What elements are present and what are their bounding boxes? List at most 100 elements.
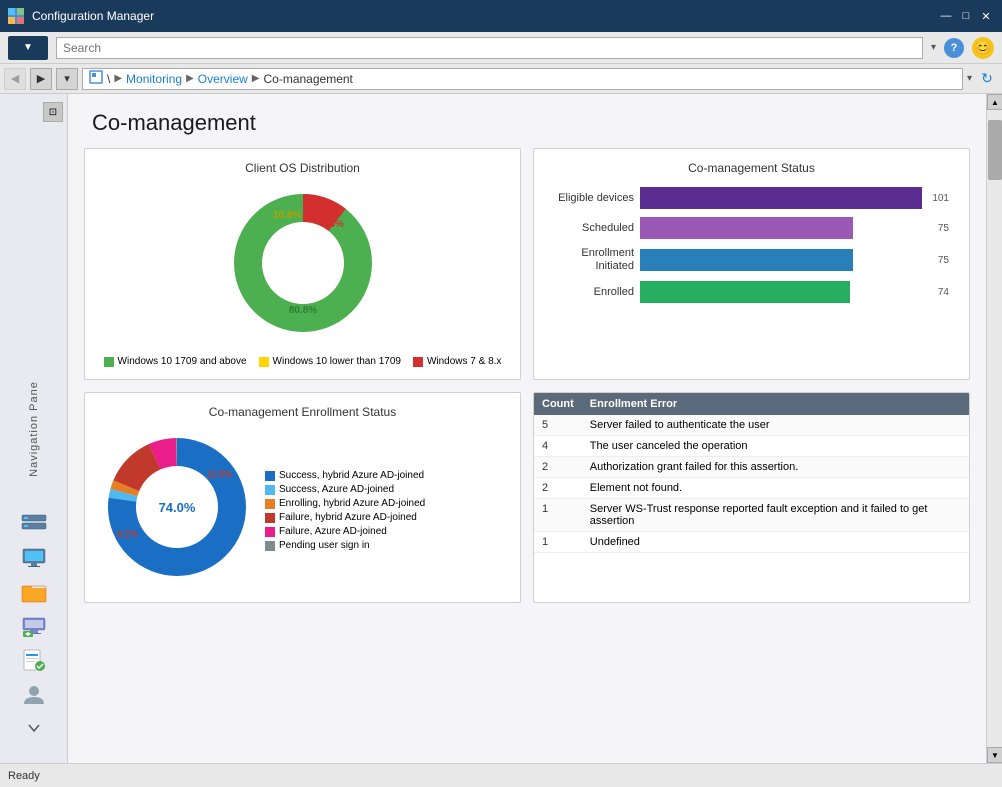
svg-text:74.0%: 74.0% (159, 500, 196, 515)
enrollment-status-card: Co-management Enrollment Status (84, 392, 521, 603)
error-count: 1 (534, 499, 582, 532)
legend-win10-below: Windows 10 lower than 1709 (259, 356, 401, 367)
table-row: 2 Authorization grant failed for this as… (534, 457, 969, 478)
bar-track-eligible (640, 187, 922, 209)
scroll-track[interactable] (987, 110, 1002, 747)
bar-label-enrolled: Enrolled (554, 286, 634, 298)
breadcrumb-monitoring[interactable]: Monitoring (126, 72, 182, 86)
menu-button[interactable]: ▼ (8, 36, 48, 60)
svg-text:6.2%: 6.2% (117, 529, 138, 539)
title-bar: Configuration Manager — □ ✕ (0, 0, 1002, 32)
enrollment-errors-table: Count Enrollment Error 5 Server failed t… (534, 393, 969, 553)
breadcrumb-sep1: ▶ (114, 73, 122, 84)
legend-label-success-hybrid: Success, hybrid Azure AD-joined (279, 470, 424, 481)
search-input[interactable] (56, 37, 923, 59)
back-button[interactable]: ◀ (4, 68, 26, 90)
app-icon (8, 8, 24, 24)
breadcrumb-sep2: ▶ (186, 73, 194, 84)
legend-success-azure: Success, Azure AD-joined (265, 484, 425, 495)
breadcrumb-icon (89, 70, 103, 87)
scrollbar[interactable]: ▲ ▼ (986, 94, 1002, 763)
bar-track-enrollment (640, 249, 928, 271)
error-description: Undefined (582, 532, 969, 553)
table-row: 1 Server WS-Trust response reported faul… (534, 499, 969, 532)
legend-label-success-azure: Success, Azure AD-joined (279, 484, 394, 495)
enrollment-donut: 74.0% 11.5% 6.2% (97, 427, 257, 590)
error-count: 1 (534, 532, 582, 553)
legend-label-enrolling-hybrid: Enrolling, hybrid Azure AD-joined (279, 498, 425, 509)
comanagement-status-title: Co-management Status (546, 161, 957, 175)
legend-color-orange (265, 499, 275, 509)
bar-label-scheduled: Scheduled (554, 222, 634, 234)
help-icon[interactable]: ? (944, 38, 964, 58)
nav-icon-tasks[interactable] (16, 645, 52, 675)
nav-icon-folders[interactable] (16, 577, 52, 607)
window-controls: — □ ✕ (938, 10, 994, 22)
legend-win7: Windows 7 & 8.x (413, 356, 501, 367)
bar-row-scheduled: Scheduled 75 (554, 217, 949, 239)
legend-label-win7: Windows 7 & 8.x (427, 356, 501, 367)
bar-fill-enrolled (640, 281, 850, 303)
table-row: 5 Server failed to authenticate the user (534, 415, 969, 436)
error-count: 2 (534, 478, 582, 499)
legend-color-yellow (259, 357, 269, 367)
comanagement-status-card: Co-management Status Eligible devices 10… (533, 148, 970, 380)
svg-text:10.8%: 10.8% (273, 210, 301, 221)
bar-value-enrollment: 75 (938, 255, 949, 266)
error-table-body: 5 Server failed to authenticate the user… (534, 415, 969, 553)
os-donut-chart: 8.3% 10.8% 80.8% (213, 183, 393, 346)
svg-text:11.5%: 11.5% (207, 469, 232, 479)
bar-value-enrolled: 74 (938, 287, 949, 298)
nav-icon-computer[interactable] (16, 611, 52, 641)
breadcrumb-dropdown[interactable]: ▾ (967, 73, 972, 84)
legend-color-blue (265, 471, 275, 481)
refresh-button[interactable]: ↻ (976, 68, 998, 90)
client-os-title: Client OS Distribution (97, 161, 508, 175)
errors-table-header: Count Enrollment Error (534, 393, 969, 415)
breadcrumb: \ ▶ Monitoring ▶ Overview ▶ Co-managemen… (82, 68, 963, 90)
user-face-icon[interactable]: 😊 (972, 37, 994, 59)
bar-fill-eligible (640, 187, 922, 209)
legend-failure-azure: Failure, Azure AD-joined (265, 526, 425, 537)
status-bar-chart: Eligible devices 101 Scheduled (546, 183, 957, 315)
bar-row-eligible: Eligible devices 101 (554, 187, 949, 209)
legend-label-failure-azure: Failure, Azure AD-joined (279, 526, 387, 537)
scroll-up-button[interactable]: ▲ (987, 94, 1002, 110)
nav-dropdown-button[interactable]: ▾ (56, 68, 78, 90)
close-button[interactable]: ✕ (978, 10, 994, 22)
error-count: 4 (534, 436, 582, 457)
client-os-chart: 8.3% 10.8% 80.8% Windows 10 1709 and abo… (97, 183, 508, 367)
os-legend: Windows 10 1709 and above Windows 10 low… (104, 356, 502, 367)
nav-icon-user[interactable] (16, 679, 52, 709)
legend-color-gray (265, 541, 275, 551)
scroll-down-button[interactable]: ▼ (987, 747, 1002, 763)
forward-button[interactable]: ▶ (30, 68, 52, 90)
content-with-scrollbar: Co-management Client OS Distribution (68, 94, 1002, 763)
top-cards: Client OS Distribution (68, 148, 986, 380)
svg-text:8.3%: 8.3% (321, 219, 344, 230)
enrollment-legend: Success, hybrid Azure AD-joined Success,… (265, 470, 425, 551)
bar-label-enrollment: EnrollmentInitiated (554, 247, 634, 273)
search-bar: ▼ ▾ ? 😊 (0, 32, 1002, 64)
left-navigation-pane: ⊡ Navigation Pane (0, 94, 68, 763)
nav-collapse-button[interactable]: ⊡ (43, 102, 63, 122)
error-count: 2 (534, 457, 582, 478)
breadcrumb-overview[interactable]: Overview (198, 72, 248, 86)
nav-icon-servers[interactable] (16, 509, 52, 539)
bar-track-scheduled (640, 217, 928, 239)
status-bar: Ready (0, 763, 1002, 787)
scroll-thumb[interactable] (988, 120, 1002, 180)
bar-track-enrolled (640, 281, 928, 303)
nav-bar: ◀ ▶ ▾ \ ▶ Monitoring ▶ Overview ▶ Co-man… (0, 64, 1002, 94)
nav-dropdown-arrow[interactable] (16, 713, 52, 743)
nav-icon-monitor[interactable] (16, 543, 52, 573)
legend-label-failure-hybrid: Failure, hybrid Azure AD-joined (279, 512, 417, 523)
legend-failure-hybrid: Failure, hybrid Azure AD-joined (265, 512, 425, 523)
legend-pending: Pending user sign in (265, 540, 425, 551)
page-title: Co-management (68, 94, 986, 148)
legend-color-green (104, 357, 114, 367)
table-row: 4 The user canceled the operation (534, 436, 969, 457)
minimize-button[interactable]: — (938, 10, 954, 22)
enrollment-status-title: Co-management Enrollment Status (97, 405, 508, 419)
maximize-button[interactable]: □ (958, 10, 974, 22)
